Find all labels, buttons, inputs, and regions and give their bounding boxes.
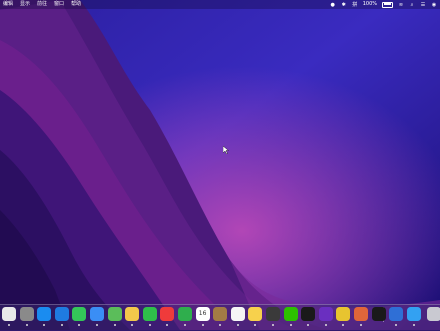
video-editor-icon[interactable] bbox=[318, 307, 333, 321]
running-indicator bbox=[96, 324, 98, 326]
menu-bar: 编辑 显示 前往 窗口 帮助 ● ✱ 拼 100% ≋ ⌕ ☰ ◉ bbox=[0, 0, 440, 9]
control-center-icon[interactable]: ☰ bbox=[420, 2, 426, 8]
wifi-icon[interactable]: ≋ bbox=[398, 2, 404, 8]
running-indicator bbox=[113, 324, 116, 326]
siri-icon[interactable]: ◉ bbox=[431, 2, 437, 8]
mouse-cursor-icon bbox=[223, 146, 229, 154]
running-indicator bbox=[412, 324, 415, 326]
record-icon[interactable]: ● bbox=[330, 2, 336, 8]
messages-icon[interactable] bbox=[72, 307, 87, 321]
running-indicator bbox=[184, 324, 186, 326]
menu-edit[interactable]: 编辑 bbox=[3, 0, 13, 9]
search-icon[interactable]: ⌕ bbox=[409, 2, 415, 8]
capcut-icon[interactable] bbox=[371, 307, 386, 321]
photos-icon[interactable] bbox=[125, 307, 140, 321]
running-indicator bbox=[360, 324, 362, 326]
menu-window[interactable]: 窗口 bbox=[54, 0, 64, 9]
running-indicator bbox=[272, 324, 274, 326]
notes-icon[interactable] bbox=[248, 307, 263, 321]
calendar-icon[interactable]: 16 bbox=[195, 307, 210, 321]
battery-icon[interactable] bbox=[382, 1, 393, 8]
music-app-icon[interactable] bbox=[389, 307, 404, 321]
running-indicator bbox=[201, 324, 204, 326]
system-preferences-icon[interactable] bbox=[19, 307, 34, 321]
input-method-icon[interactable]: 拼 bbox=[352, 2, 358, 8]
app-store-icon[interactable] bbox=[37, 307, 52, 321]
running-indicator bbox=[236, 324, 239, 326]
desktop-wallpaper bbox=[0, 0, 440, 330]
wechat-icon[interactable] bbox=[283, 307, 298, 321]
safari-icon[interactable] bbox=[54, 307, 69, 321]
running-indicator bbox=[60, 324, 63, 326]
video-player-icon[interactable] bbox=[406, 307, 421, 321]
facetime-icon[interactable] bbox=[142, 307, 157, 321]
status-area: ● ✱ 拼 100% ≋ ⌕ ☰ ◉ bbox=[330, 0, 437, 9]
notes-brown-icon[interactable] bbox=[213, 307, 228, 321]
finder-icon[interactable] bbox=[2, 307, 16, 321]
running-indicator bbox=[289, 324, 292, 326]
qq-icon[interactable] bbox=[301, 307, 316, 321]
running-indicator bbox=[324, 324, 327, 326]
reminders-icon[interactable] bbox=[230, 307, 245, 321]
maps-icon[interactable] bbox=[107, 307, 122, 321]
running-indicator bbox=[148, 324, 151, 326]
numbers-icon[interactable] bbox=[178, 307, 192, 321]
wps-icon[interactable] bbox=[160, 307, 175, 321]
calculator-icon[interactable] bbox=[266, 307, 280, 321]
battery-percent: 100% bbox=[362, 1, 377, 7]
running-indicator bbox=[25, 324, 28, 326]
menu-go[interactable]: 前往 bbox=[37, 0, 47, 9]
stickies-icon[interactable] bbox=[336, 307, 351, 321]
running-indicator bbox=[8, 324, 10, 326]
game-icon[interactable] bbox=[354, 307, 368, 321]
bluetooth-icon[interactable]: ✱ bbox=[341, 2, 347, 8]
menu-help[interactable]: 帮助 bbox=[71, 0, 81, 9]
mail-icon[interactable] bbox=[90, 307, 104, 321]
trash-icon[interactable] bbox=[427, 307, 440, 321]
menu-view[interactable]: 显示 bbox=[20, 0, 30, 9]
